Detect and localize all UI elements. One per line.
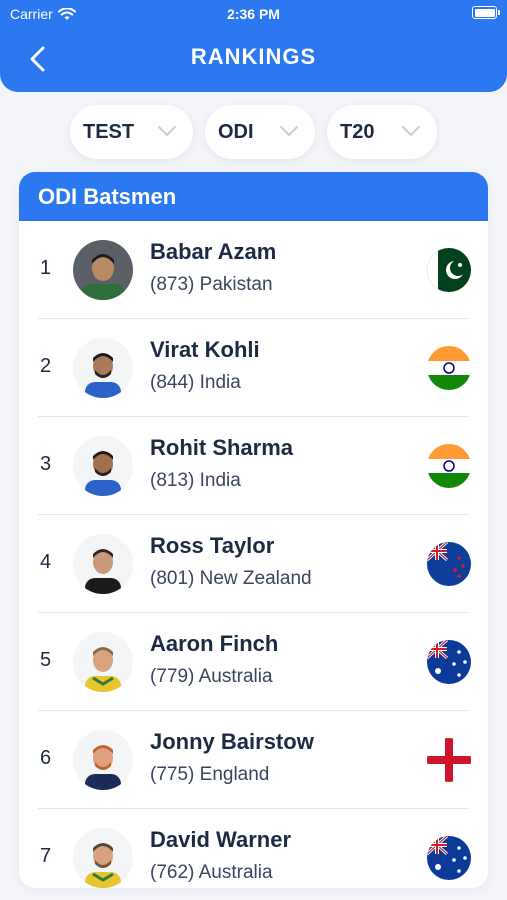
player-rating-country: (813) India — [150, 470, 241, 491]
player-country: India — [199, 470, 241, 491]
player-country: Pakistan — [199, 274, 273, 295]
australia-flag-icon — [427, 640, 471, 684]
player-rating-country: (762) Australia — [150, 862, 273, 883]
australia-flag-icon — [427, 836, 471, 880]
player-rating-country: (801) New Zealand — [150, 568, 312, 589]
player-photo-icon — [73, 338, 133, 398]
player-rating-country: (873) Pakistan — [150, 274, 273, 295]
player-avatar — [73, 338, 133, 398]
player-name: Jonny Bairstow — [150, 729, 314, 754]
player-photo-icon — [73, 730, 133, 790]
rank-number: 6 — [40, 747, 52, 769]
battery-icon — [472, 6, 500, 19]
player-rating-country: (775) England — [150, 764, 270, 785]
player-photo-icon — [73, 240, 133, 300]
chevron-down-icon — [402, 126, 420, 137]
player-rating: 801 — [156, 568, 189, 589]
player-country: England — [199, 764, 270, 785]
player-avatar — [73, 534, 133, 594]
player-rating: 844 — [156, 372, 189, 393]
player-avatar — [73, 240, 133, 300]
player-rating: 779 — [156, 666, 189, 687]
player-name: David Warner — [150, 827, 292, 852]
rank-number: 4 — [40, 551, 52, 573]
player-rating: 873 — [156, 274, 189, 295]
ranking-row[interactable]: 1 Babar Azam (873) Pakistan — [19, 221, 488, 319]
pakistan-flag-icon — [427, 248, 471, 292]
india-flag-icon — [427, 444, 471, 488]
format-tabs: TEST ODI T20 — [0, 105, 507, 159]
player-rating: 762 — [156, 862, 189, 883]
chevron-down-icon — [280, 126, 298, 137]
new-zealand-flag-icon — [427, 542, 471, 586]
player-rating-country: (779) Australia — [150, 666, 273, 687]
player-avatar — [73, 828, 133, 888]
ranking-row[interactable]: 7 David Warner (762) Australia — [19, 809, 488, 888]
player-rating-country: (844) India — [150, 372, 241, 393]
player-photo-icon — [73, 632, 133, 692]
england-flag-icon — [427, 738, 471, 782]
tab-t20[interactable]: T20 — [327, 105, 437, 159]
rank-number: 1 — [40, 257, 52, 279]
player-avatar — [73, 730, 133, 790]
tab-t20-label: T20 — [340, 120, 375, 143]
player-name: Aaron Finch — [150, 631, 279, 656]
player-avatar — [73, 632, 133, 692]
tab-odi[interactable]: ODI — [205, 105, 315, 159]
tab-test[interactable]: TEST — [70, 105, 193, 159]
player-country: India — [199, 372, 241, 393]
page-title: RANKINGS — [190, 44, 317, 69]
player-country: Australia — [198, 862, 273, 883]
player-photo-icon — [73, 828, 133, 888]
tab-odi-label: ODI — [218, 120, 254, 143]
player-name: Virat Kohli — [150, 337, 260, 362]
rank-number: 3 — [40, 453, 52, 475]
ranking-row[interactable]: 4 Ross Taylor (801) New Zealand — [19, 515, 488, 613]
rank-number: 7 — [40, 845, 52, 867]
section-title: ODI Batsmen — [19, 172, 488, 221]
india-flag-icon — [427, 346, 471, 390]
player-name: Ross Taylor — [150, 533, 275, 558]
rank-number: 5 — [40, 649, 52, 671]
status-bar: Carrier 2:36 PM — [0, 0, 507, 28]
player-rating: 813 — [156, 470, 189, 491]
player-photo-icon — [73, 436, 133, 496]
tab-test-label: TEST — [83, 120, 135, 143]
rankings-card: ODI Batsmen 1 Babar Azam (873) Pakistan — [19, 172, 488, 888]
chevron-down-icon — [158, 126, 176, 137]
player-photo-icon — [73, 534, 133, 594]
status-time: 2:36 PM — [227, 6, 280, 22]
ranking-row[interactable]: 3 Rohit Sharma (813) India — [19, 417, 488, 515]
ranking-row[interactable]: 6 Jonny Bairstow (775) England — [19, 711, 488, 809]
app-header: Carrier 2:36 PM RANKINGS — [0, 0, 507, 92]
player-name: Babar Azam — [150, 239, 277, 264]
player-rating: 775 — [156, 764, 189, 785]
ranking-row[interactable]: 2 Virat Kohli (844) India — [19, 319, 488, 417]
player-country: Australia — [198, 666, 273, 687]
player-avatar — [73, 436, 133, 496]
player-country: New Zealand — [199, 568, 312, 589]
player-name: Rohit Sharma — [150, 435, 294, 460]
ranking-row[interactable]: 5 Aaron Finch (779) Australia — [19, 613, 488, 711]
rank-number: 2 — [40, 355, 52, 377]
